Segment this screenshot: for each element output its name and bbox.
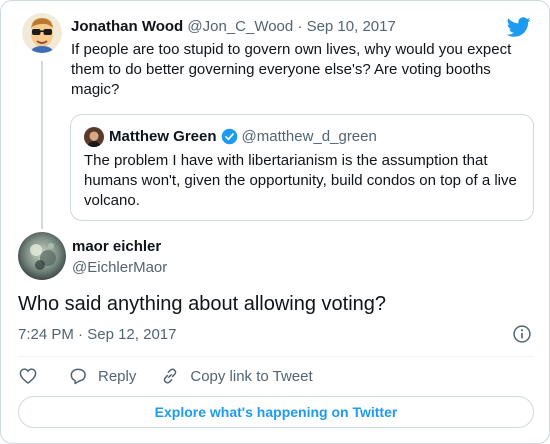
tweet-actions: Reply Copy link to Tweet [18, 364, 313, 388]
reply-button[interactable]: Reply [68, 366, 136, 386]
author-name[interactable]: maor eichler [72, 238, 161, 255]
tweet-date: Sep 12, 2017 [87, 326, 177, 343]
copy-link-label: Copy link to Tweet [190, 367, 313, 385]
author-handle[interactable]: @Jon_C_Wood [187, 18, 293, 35]
avatar-maor-eichler[interactable] [18, 232, 66, 280]
twitter-bird-icon[interactable] [507, 15, 531, 39]
quoted-tweet-header: Matthew Green @matthew_d_green [109, 128, 377, 145]
author-name: Matthew Green [109, 128, 217, 145]
avatar-jonathan-wood[interactable] [22, 13, 62, 53]
copy-link-button[interactable]: Copy link to Tweet [160, 366, 313, 386]
link-icon [164, 368, 177, 384]
reply-label: Reply [98, 367, 137, 385]
author-name[interactable]: Jonathan Wood [71, 18, 183, 35]
reply-bubble-icon [70, 368, 86, 385]
like-button[interactable] [18, 366, 38, 386]
quoted-tweet[interactable]: Matthew Green @matthew_d_green The probl… [70, 114, 534, 221]
main-tweet-text: Who said anything about allowing voting? [18, 293, 387, 315]
info-icon[interactable] [512, 324, 532, 344]
quoted-tweet-text: The problem I have with libertarianism i… [84, 152, 517, 209]
tweet-timestamp[interactable]: 7:24 PM · Sep 12, 2017 [18, 326, 176, 343]
separator-dot: · [78, 326, 84, 343]
explore-button[interactable]: Explore what's happening on Twitter [18, 396, 534, 428]
verified-badge-icon [221, 128, 237, 145]
tweet-date[interactable]: Sep 10, 2017 [307, 18, 396, 35]
heart-icon [19, 368, 37, 384]
parent-tweet-text: If people are too stupid to govern own l… [71, 41, 512, 98]
separator-dot: · [297, 18, 303, 35]
thread-connector-line [41, 61, 43, 229]
author-handle: @matthew_d_green [241, 128, 377, 145]
parent-tweet-header: Jonathan Wood @Jon_C_Wood · Sep 10, 2017 [71, 18, 396, 35]
embedded-tweet-card: Jonathan Wood @Jon_C_Wood · Sep 10, 2017… [0, 0, 550, 444]
tweet-time: 7:24 PM [18, 326, 74, 343]
avatar-matthew-green [84, 127, 104, 147]
author-handle[interactable]: @EichlerMaor [72, 259, 167, 276]
divider [18, 356, 534, 357]
